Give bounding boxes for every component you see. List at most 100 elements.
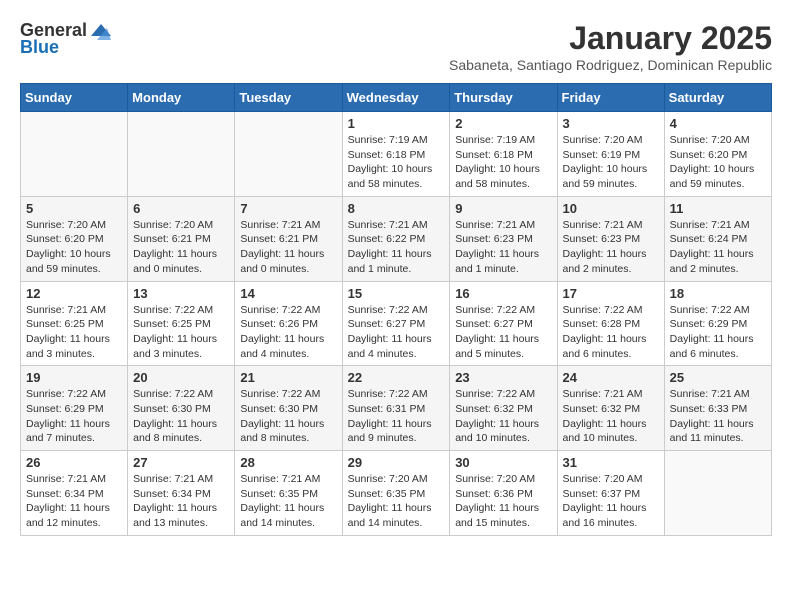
day-number: 14 [240,286,336,301]
day-number: 18 [670,286,766,301]
day-info: Sunrise: 7:20 AM Sunset: 6:20 PM Dayligh… [670,133,766,192]
day-cell: 28 Sunrise: 7:21 AM Sunset: 6:35 PM Dayli… [235,451,342,536]
day-cell: 11 Sunrise: 7:21 AM Sunset: 6:24 PM Dayli… [664,196,771,281]
day-number: 5 [26,201,122,216]
day-cell: 26 Sunrise: 7:21 AM Sunset: 6:34 PM Dayli… [21,451,128,536]
day-info: Sunrise: 7:20 AM Sunset: 6:19 PM Dayligh… [563,133,659,192]
day-info: Sunrise: 7:21 AM Sunset: 6:24 PM Dayligh… [670,218,766,277]
day-number: 31 [563,455,659,470]
day-info: Sunrise: 7:21 AM Sunset: 6:34 PM Dayligh… [26,472,122,531]
day-number: 10 [563,201,659,216]
day-cell [128,112,235,197]
day-info: Sunrise: 7:21 AM Sunset: 6:32 PM Dayligh… [563,387,659,446]
day-number: 7 [240,201,336,216]
day-number: 28 [240,455,336,470]
day-cell: 31 Sunrise: 7:20 AM Sunset: 6:37 PM Dayli… [557,451,664,536]
day-cell: 30Sunrise: 7:20 AM Sunset: 6:36 PM Dayli… [450,451,557,536]
day-header-sunday: Sunday [21,84,128,112]
day-cell: 29 Sunrise: 7:20 AM Sunset: 6:35 PM Dayli… [342,451,450,536]
day-number: 27 [133,455,229,470]
day-number: 22 [348,370,445,385]
day-cell: 1 Sunrise: 7:19 AM Sunset: 6:18 PM Daylig… [342,112,450,197]
day-info: Sunrise: 7:21 AM Sunset: 6:35 PM Dayligh… [240,472,336,531]
day-info: Sunrise: 7:21 AM Sunset: 6:34 PM Dayligh… [133,472,229,531]
day-cell: 17 Sunrise: 7:22 AM Sunset: 6:28 PM Dayli… [557,281,664,366]
day-info: Sunrise: 7:20 AM Sunset: 6:20 PM Dayligh… [26,218,122,277]
day-number: 4 [670,116,766,131]
week-row-4: 19 Sunrise: 7:22 AM Sunset: 6:29 PM Dayli… [21,366,772,451]
week-row-2: 5 Sunrise: 7:20 AM Sunset: 6:20 PM Daylig… [21,196,772,281]
day-info: Sunrise: 7:21 AM Sunset: 6:23 PM Dayligh… [455,218,551,277]
calendar-table: SundayMondayTuesdayWednesdayThursdayFrid… [20,83,772,536]
week-row-5: 26 Sunrise: 7:21 AM Sunset: 6:34 PM Dayli… [21,451,772,536]
day-number: 15 [348,286,445,301]
day-number: 12 [26,286,122,301]
day-cell: 16 Sunrise: 7:22 AM Sunset: 6:27 PM Dayli… [450,281,557,366]
day-cell: 7 Sunrise: 7:21 AM Sunset: 6:21 PM Daylig… [235,196,342,281]
day-info: Sunrise: 7:20 AM Sunset: 6:21 PM Dayligh… [133,218,229,277]
day-info: Sunrise: 7:22 AM Sunset: 6:28 PM Dayligh… [563,303,659,362]
day-cell: 3Sunrise: 7:20 AM Sunset: 6:19 PM Daylig… [557,112,664,197]
day-info: Sunrise: 7:22 AM Sunset: 6:29 PM Dayligh… [670,303,766,362]
day-number: 26 [26,455,122,470]
day-cell: 8Sunrise: 7:21 AM Sunset: 6:22 PM Daylig… [342,196,450,281]
day-number: 23 [455,370,551,385]
day-info: Sunrise: 7:22 AM Sunset: 6:25 PM Dayligh… [133,303,229,362]
day-info: Sunrise: 7:21 AM Sunset: 6:21 PM Dayligh… [240,218,336,277]
day-info: Sunrise: 7:21 AM Sunset: 6:22 PM Dayligh… [348,218,445,277]
subtitle: Sabaneta, Santiago Rodriguez, Dominican … [449,57,772,73]
day-info: Sunrise: 7:22 AM Sunset: 6:29 PM Dayligh… [26,387,122,446]
logo: General Blue [20,20,111,58]
day-cell: 19 Sunrise: 7:22 AM Sunset: 6:29 PM Dayli… [21,366,128,451]
day-number: 11 [670,201,766,216]
day-number: 16 [455,286,551,301]
day-info: Sunrise: 7:19 AM Sunset: 6:18 PM Dayligh… [455,133,551,192]
day-header-row: SundayMondayTuesdayWednesdayThursdayFrid… [21,84,772,112]
day-cell: 5 Sunrise: 7:20 AM Sunset: 6:20 PM Daylig… [21,196,128,281]
day-cell: 10 Sunrise: 7:21 AM Sunset: 6:23 PM Dayli… [557,196,664,281]
day-info: Sunrise: 7:20 AM Sunset: 6:35 PM Dayligh… [348,472,445,531]
day-info: Sunrise: 7:22 AM Sunset: 6:27 PM Dayligh… [455,303,551,362]
day-info: Sunrise: 7:21 AM Sunset: 6:23 PM Dayligh… [563,218,659,277]
day-number: 29 [348,455,445,470]
day-cell: 12 Sunrise: 7:21 AM Sunset: 6:25 PM Dayli… [21,281,128,366]
day-number: 13 [133,286,229,301]
day-info: Sunrise: 7:21 AM Sunset: 6:33 PM Dayligh… [670,387,766,446]
day-header-thursday: Thursday [450,84,557,112]
day-number: 21 [240,370,336,385]
day-header-friday: Friday [557,84,664,112]
day-info: Sunrise: 7:21 AM Sunset: 6:25 PM Dayligh… [26,303,122,362]
title-block: January 2025 Sabaneta, Santiago Rodrigue… [449,20,772,73]
week-row-1: 1 Sunrise: 7:19 AM Sunset: 6:18 PM Daylig… [21,112,772,197]
day-number: 25 [670,370,766,385]
day-cell: 2Sunrise: 7:19 AM Sunset: 6:18 PM Daylig… [450,112,557,197]
day-cell [235,112,342,197]
day-cell: 23 Sunrise: 7:22 AM Sunset: 6:32 PM Dayli… [450,366,557,451]
day-info: Sunrise: 7:22 AM Sunset: 6:30 PM Dayligh… [133,387,229,446]
day-cell: 24Sunrise: 7:21 AM Sunset: 6:32 PM Dayli… [557,366,664,451]
day-info: Sunrise: 7:22 AM Sunset: 6:27 PM Dayligh… [348,303,445,362]
day-header-monday: Monday [128,84,235,112]
day-info: Sunrise: 7:22 AM Sunset: 6:31 PM Dayligh… [348,387,445,446]
logo-blue: Blue [20,37,111,58]
day-cell: 21 Sunrise: 7:22 AM Sunset: 6:30 PM Dayli… [235,366,342,451]
day-cell: 14 Sunrise: 7:22 AM Sunset: 6:26 PM Dayli… [235,281,342,366]
day-number: 17 [563,286,659,301]
day-info: Sunrise: 7:22 AM Sunset: 6:32 PM Dayligh… [455,387,551,446]
day-number: 20 [133,370,229,385]
day-info: Sunrise: 7:20 AM Sunset: 6:36 PM Dayligh… [455,472,551,531]
day-number: 1 [348,116,445,131]
day-info: Sunrise: 7:20 AM Sunset: 6:37 PM Dayligh… [563,472,659,531]
day-number: 6 [133,201,229,216]
page-header: General Blue January 2025 Sabaneta, Sant… [20,20,772,73]
day-header-saturday: Saturday [664,84,771,112]
day-info: Sunrise: 7:22 AM Sunset: 6:30 PM Dayligh… [240,387,336,446]
day-cell: 6 Sunrise: 7:20 AM Sunset: 6:21 PM Daylig… [128,196,235,281]
day-cell: 22 Sunrise: 7:22 AM Sunset: 6:31 PM Dayli… [342,366,450,451]
day-cell: 27 Sunrise: 7:21 AM Sunset: 6:34 PM Dayli… [128,451,235,536]
day-cell: 25 Sunrise: 7:21 AM Sunset: 6:33 PM Dayli… [664,366,771,451]
day-info: Sunrise: 7:19 AM Sunset: 6:18 PM Dayligh… [348,133,445,192]
day-number: 9 [455,201,551,216]
day-info: Sunrise: 7:22 AM Sunset: 6:26 PM Dayligh… [240,303,336,362]
day-number: 19 [26,370,122,385]
